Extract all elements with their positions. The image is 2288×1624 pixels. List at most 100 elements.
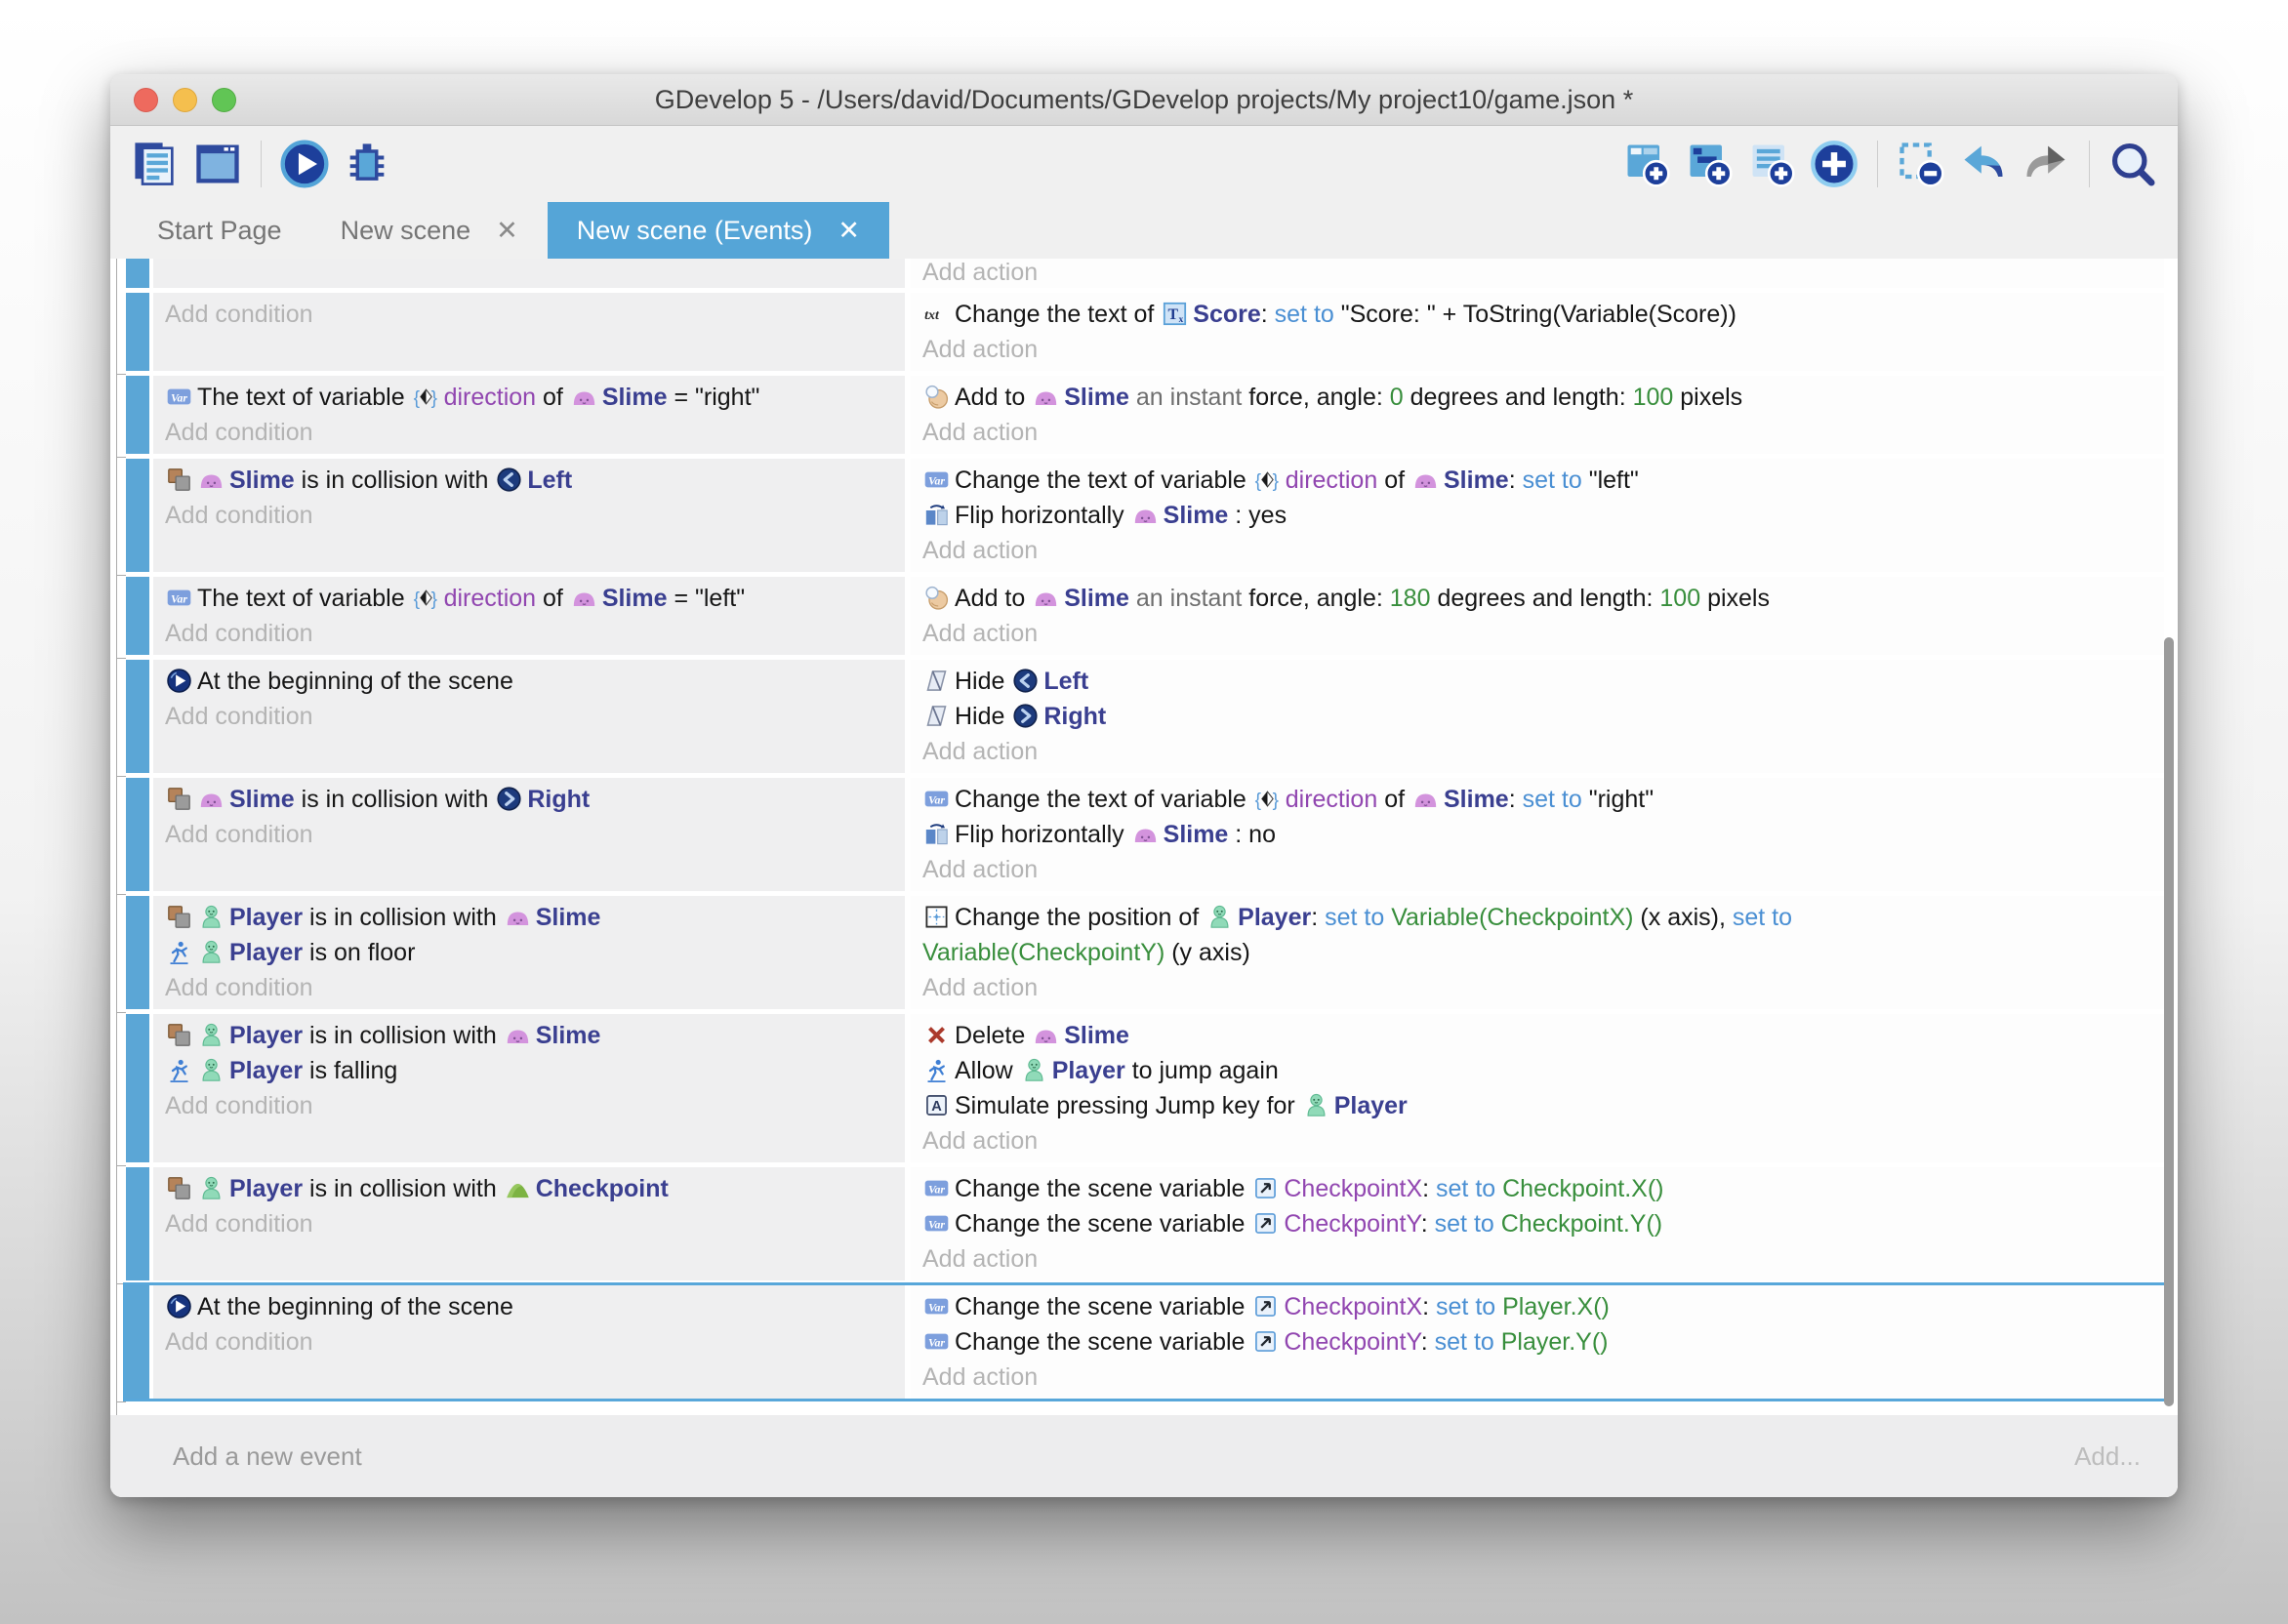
add-condition-link[interactable]: Add condition — [165, 1324, 893, 1360]
conditions-cell[interactable]: At the beginning of the sceneAdd conditi… — [153, 1285, 905, 1399]
actions-cell[interactable]: Add to Slime an instant force, angle: 18… — [911, 577, 2164, 655]
add-condition-link[interactable]: Add condition — [165, 817, 893, 852]
scene-editor-button[interactable] — [189, 136, 246, 192]
event-line: VarChange the scene variable CheckpointY… — [922, 1206, 2152, 1241]
add-event-icon — [1621, 139, 1672, 189]
add-condition-link[interactable]: Add condition — [165, 1206, 893, 1241]
tab-new-scene-events[interactable]: New scene (Events) ✕ — [548, 202, 889, 259]
remove-selection-button[interactable] — [1893, 136, 1949, 192]
actions-cell[interactable]: Delete SlimeAllow Player to jump againAS… — [911, 1014, 2164, 1162]
actions-cell[interactable]: VarChange the text of variable {}directi… — [911, 459, 2164, 572]
add-action-link[interactable]: Add action — [922, 1123, 2152, 1158]
add-action-link[interactable]: Add action — [922, 415, 2152, 450]
add-action-link[interactable]: Add action — [922, 1241, 2152, 1277]
add-condition-link[interactable]: Add condition — [165, 699, 893, 734]
svg-text:Var: Var — [928, 1218, 945, 1232]
player-icon — [1303, 1092, 1329, 1118]
event-text: "left" — [1589, 467, 1639, 494]
event-row[interactable]: Player is in collision with SlimePlayer … — [126, 1014, 2164, 1162]
event-row[interactable]: At the beginning of the sceneAdd conditi… — [126, 1285, 2164, 1399]
play-icon — [279, 139, 330, 189]
actions-cell[interactable]: txtChange the text of TxScore: set to "S… — [911, 293, 2164, 371]
tab-bar: Start Page New scene ✕ New scene (Events… — [110, 202, 2178, 259]
project-manager-button[interactable] — [127, 136, 184, 192]
add-action-link[interactable]: Add action — [922, 734, 2152, 769]
tab-close-icon[interactable]: ✕ — [838, 216, 860, 246]
event-line: Player is in collision with Checkpoint — [165, 1171, 893, 1206]
checkpoint-icon — [505, 1175, 531, 1201]
conditions-cell[interactable]: Add condition — [153, 293, 905, 371]
conditions-cell[interactable]: Slime is in collision with RightAdd cond… — [153, 778, 905, 891]
add-condition-link[interactable]: Add condition — [165, 616, 893, 651]
event-text: Flip horizontally — [955, 502, 1131, 529]
add-condition-link[interactable]: Add condition — [165, 415, 893, 450]
play-button[interactable] — [276, 136, 333, 192]
add-action-link[interactable]: Add action — [922, 1360, 2152, 1395]
event-text: Player — [229, 939, 303, 966]
add-event-button[interactable] — [1618, 136, 1675, 192]
event-row[interactable]: VarThe text of variable {}direction of S… — [126, 376, 2164, 454]
add-menu-link[interactable]: Add... — [2074, 1441, 2141, 1472]
add-action-link[interactable]: Add action — [922, 533, 2152, 568]
conditions-cell[interactable]: At the beginning of the sceneAdd conditi… — [153, 660, 905, 773]
add-new-event-link[interactable]: Add a new event — [173, 1441, 362, 1472]
add-action-link[interactable]: Add action — [922, 332, 2152, 367]
event-line: Change the position of Player: set to Va… — [922, 900, 2152, 970]
tab-new-scene[interactable]: New scene ✕ — [311, 202, 548, 259]
event-text: Flip horizontally — [955, 821, 1131, 848]
numvar-icon — [1252, 1293, 1279, 1320]
tab-start-page[interactable]: Start Page — [128, 202, 311, 259]
event-row[interactable]: Slime is in collision with RightAdd cond… — [126, 778, 2164, 891]
add-condition-link[interactable]: Add condition — [165, 498, 893, 533]
event-text: set to — [1435, 1328, 1501, 1356]
conditions-cell[interactable]: Player is in collision with SlimePlayer … — [153, 896, 905, 1009]
add-condition-link[interactable]: Add condition — [165, 970, 893, 1005]
add-condition-link[interactable]: Add condition — [165, 297, 893, 332]
event-row[interactable]: Add condition txtChange the text of TxSco… — [126, 293, 2164, 371]
actions-cell[interactable]: Add to Slime an instant force, angle: 0 … — [911, 376, 2164, 454]
slime-icon — [1033, 585, 1059, 611]
actions-cell[interactable]: Change the position of Player: set to Va… — [911, 896, 2164, 1009]
event-indent-bar — [126, 778, 149, 891]
add-circle-button[interactable] — [1806, 136, 1862, 192]
conditions-cell[interactable]: VarThe text of variable {}direction of S… — [153, 577, 905, 655]
conditions-cell[interactable]: Player is in collision with CheckpointAd… — [153, 1167, 905, 1280]
event-text: : no — [1228, 821, 1276, 848]
redo-button[interactable] — [2018, 136, 2074, 192]
conditions-cell[interactable]: VarThe text of variable {}direction of S… — [153, 376, 905, 454]
event-row[interactable]: Player is in collision with CheckpointAd… — [126, 1167, 2164, 1280]
event-row[interactable]: Slime is in collision with LeftAdd condi… — [126, 459, 2164, 572]
conditions-cell[interactable] — [153, 259, 905, 288]
event-text: CheckpointY — [1284, 1210, 1420, 1238]
actions-cell[interactable]: VarChange the scene variable CheckpointX… — [911, 1285, 2164, 1399]
event-text: The text of variable — [197, 384, 412, 411]
conditions-cell[interactable]: Player is in collision with SlimePlayer … — [153, 1014, 905, 1162]
event-row[interactable]: VarThe text of variable {}direction of S… — [126, 577, 2164, 655]
add-condition-link[interactable]: Add condition — [165, 1088, 893, 1123]
actions-cell[interactable]: Add action — [911, 259, 2164, 288]
add-action-link[interactable]: Add action — [922, 616, 2152, 651]
left-circle-icon — [1012, 668, 1039, 694]
add-comment-button[interactable] — [1743, 136, 1800, 192]
actions-cell[interactable]: VarChange the text of variable {}directi… — [911, 778, 2164, 891]
event-row[interactable]: Player is in collision with SlimePlayer … — [126, 896, 2164, 1009]
actions-cell[interactable]: Hide LeftHide RightAdd action — [911, 660, 2164, 773]
debug-button[interactable] — [339, 136, 395, 192]
add-subevent-button[interactable] — [1681, 136, 1737, 192]
tab-close-icon[interactable]: ✕ — [496, 216, 518, 246]
add-action-link[interactable]: Add action — [922, 259, 2152, 288]
search-button[interactable] — [2104, 136, 2161, 192]
add-action-link[interactable]: Add action — [922, 970, 2152, 1005]
add-action-link[interactable]: Add action — [922, 852, 2152, 887]
undo-button[interactable] — [1955, 136, 2012, 192]
event-text: : — [1261, 301, 1275, 328]
event-row[interactable]: At the beginning of the sceneAdd conditi… — [126, 660, 2164, 773]
conditions-cell[interactable]: Slime is in collision with LeftAdd condi… — [153, 459, 905, 572]
event-text: Checkpoint.X() — [1502, 1175, 1663, 1202]
desktop: { "window": { "title": "GDevelop 5 - /Us… — [0, 0, 2288, 1624]
actions-cell[interactable]: VarChange the scene variable CheckpointX… — [911, 1167, 2164, 1280]
event-row[interactable]: Add action — [126, 259, 2164, 288]
scrollbar-thumb[interactable] — [2164, 637, 2174, 1406]
event-line: Player is falling — [165, 1053, 893, 1088]
player-icon — [198, 904, 225, 930]
